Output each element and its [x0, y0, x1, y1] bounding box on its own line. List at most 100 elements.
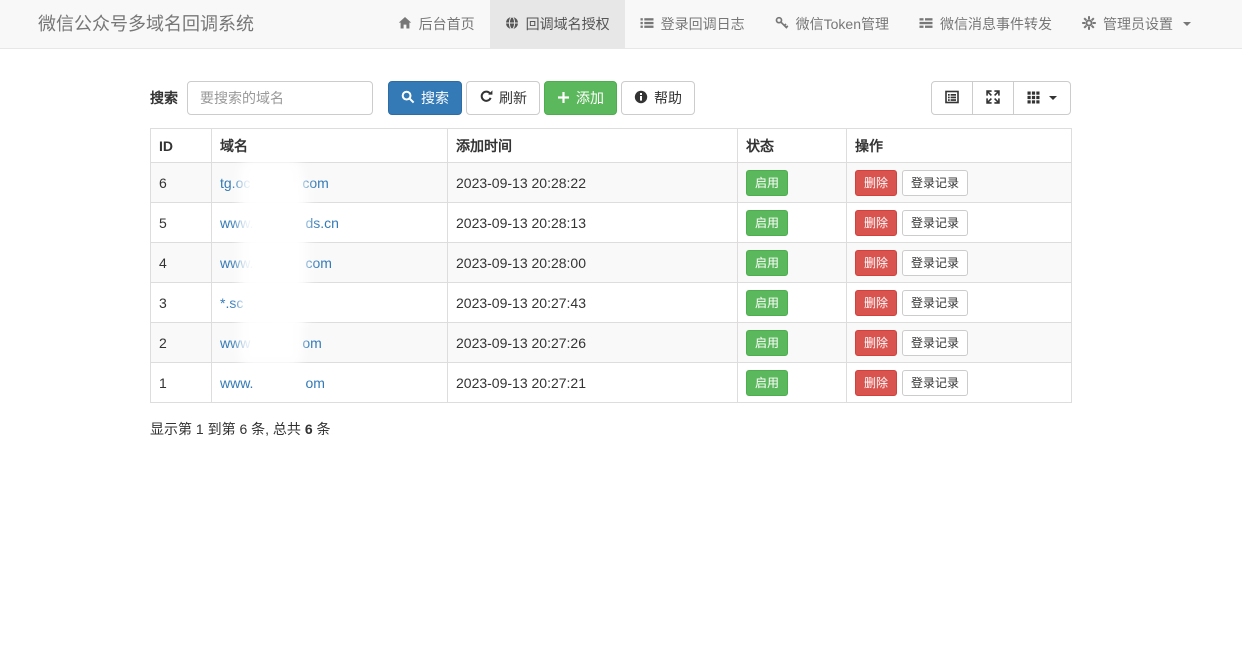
nav-item-label: 微信Token管理 [796, 14, 889, 34]
app-brand[interactable]: 微信公众号多域名回调系统 [38, 0, 254, 48]
row-actions-cell: 删除 登录记录 [847, 243, 1072, 283]
login-records-button[interactable]: 登录记录 [902, 250, 968, 276]
table-row: 3 *.sc 2023-09-13 20:27:43 启用 删除 登录记录 [151, 283, 1072, 323]
nav-item-admin-settings[interactable]: 管理员设置 [1067, 0, 1206, 48]
nav-item-label: 回调域名授权 [526, 14, 610, 34]
row-added-time: 2023-09-13 20:28:13 [448, 203, 738, 243]
delete-button[interactable]: 删除 [855, 210, 897, 236]
domain-prefix: www [220, 335, 250, 351]
columns-grid-icon [1027, 91, 1040, 106]
domain-prefix: tg.oc [220, 175, 250, 191]
nav-item-login-callback-log[interactable]: 登录回调日志 [625, 0, 760, 48]
table-header-row: ID域名添加时间状态操作 [151, 129, 1072, 163]
status-enabled-button[interactable]: 启用 [746, 250, 788, 276]
delete-button[interactable]: 删除 [855, 290, 897, 316]
search-button[interactable]: 搜索 [388, 81, 462, 115]
status-enabled-button[interactable]: 启用 [746, 170, 788, 196]
domain-prefix: www. [220, 215, 253, 231]
detail-view-icon [945, 90, 959, 106]
delete-button[interactable]: 删除 [855, 330, 897, 356]
column-header: 操作 [847, 129, 1072, 163]
login-records-button[interactable]: 登录记录 [902, 290, 968, 316]
help-button[interactable]: 帮助 [621, 81, 695, 115]
pagination-info: 显示第 1 到第 6 条, 总共 6 条 [150, 419, 1071, 439]
domain-link[interactable]: www om [220, 335, 322, 351]
nav-item-callback-domain-auth[interactable]: 回调域名授权 [490, 0, 625, 48]
status-enabled-button[interactable]: 启用 [746, 370, 788, 396]
row-actions-cell: 删除 登录记录 [847, 283, 1072, 323]
login-records-button[interactable]: 登录记录 [902, 210, 968, 236]
row-id: 5 [151, 203, 212, 243]
row-actions-cell: 删除 登录记录 [847, 163, 1072, 203]
row-status-cell: 启用 [738, 163, 847, 203]
row-added-time: 2023-09-13 20:27:21 [448, 363, 738, 403]
domain-link[interactable]: *.sc [220, 295, 295, 311]
columns-button[interactable] [1013, 81, 1071, 115]
row-added-time: 2023-09-13 20:28:22 [448, 163, 738, 203]
pagination-text: 显示第 1 到第 6 条, 总共 [150, 421, 305, 437]
row-domain-cell: tg.oc com [212, 163, 448, 203]
column-header: ID [151, 129, 212, 163]
status-enabled-button[interactable]: 启用 [746, 210, 788, 236]
delete-button[interactable]: 删除 [855, 250, 897, 276]
delete-button[interactable]: 删除 [855, 370, 897, 396]
search-input[interactable] [187, 81, 373, 115]
domain-suffix: om [302, 335, 321, 351]
nav-item-label: 登录回调日志 [661, 14, 745, 34]
row-domain-cell: www. com [212, 243, 448, 283]
table-row: 5 www.ds.cn 2023-09-13 20:28:13 启用 删除 登录… [151, 203, 1072, 243]
domain-suffix: com [305, 255, 331, 271]
th-list-icon [919, 16, 933, 33]
row-actions-cell: 删除 登录记录 [847, 363, 1072, 403]
row-id: 4 [151, 243, 212, 283]
nav-item-wechat-msg-forward[interactable]: 微信消息事件转发 [904, 0, 1067, 48]
row-actions-cell: 删除 登录记录 [847, 203, 1072, 243]
domain-prefix: www. [220, 255, 253, 271]
row-status-cell: 启用 [738, 283, 847, 323]
main-nav: 后台首页 回调域名授权 登录回调日志 微信Token管理微信消息事件转发管理员设置 [383, 0, 1206, 48]
pagination-total: 6 [305, 421, 313, 437]
refresh-button[interactable]: 刷新 [466, 81, 540, 115]
login-records-button[interactable]: 登录记录 [902, 170, 968, 196]
status-enabled-button[interactable]: 启用 [746, 330, 788, 356]
caret-down-icon [1183, 22, 1191, 26]
login-records-button[interactable]: 登录记录 [902, 370, 968, 396]
domain-link[interactable]: tg.oc com [220, 175, 329, 191]
add-button[interactable]: 添加 [544, 81, 617, 115]
status-enabled-button[interactable]: 启用 [746, 290, 788, 316]
row-id: 6 [151, 163, 212, 203]
domain-link[interactable]: www. com [220, 255, 332, 271]
search-label: 搜索 [150, 88, 178, 108]
delete-button[interactable]: 删除 [855, 170, 897, 196]
table-row: 2 wwwom 2023-09-13 20:27:26 启用 删除 登录记录 [151, 323, 1072, 363]
login-records-button[interactable]: 登录记录 [902, 330, 968, 356]
nav-item-label: 后台首页 [419, 14, 475, 34]
caret-down-icon [1049, 96, 1057, 100]
domain-prefix: *.sc [220, 295, 243, 311]
fullscreen-button[interactable] [972, 81, 1014, 115]
column-header: 域名 [212, 129, 448, 163]
row-status-cell: 启用 [738, 243, 847, 283]
search-icon [401, 90, 415, 106]
nav-item-wechat-token[interactable]: 微信Token管理 [760, 0, 904, 48]
row-added-time: 2023-09-13 20:27:26 [448, 323, 738, 363]
domain-suffix: com [302, 175, 328, 191]
list-icon [640, 16, 654, 33]
nav-item-home[interactable]: 后台首页 [383, 0, 490, 48]
row-domain-cell: *.sc [212, 283, 448, 323]
domain-link[interactable]: www.om [220, 375, 325, 391]
info-icon [634, 90, 648, 106]
domain-link[interactable]: www.ds.cn [220, 215, 339, 231]
row-status-cell: 启用 [738, 363, 847, 403]
row-id: 1 [151, 363, 212, 403]
globe-icon [505, 16, 519, 33]
table-row: 6 tg.oc com 2023-09-13 20:28:22 启用 删除 登录记… [151, 163, 1072, 203]
detail-view-button[interactable] [931, 81, 973, 115]
table-row: 4 www. com 2023-09-13 20:28:00 启用 删除 登录记录 [151, 243, 1072, 283]
table-row: 1 www.om 2023-09-13 20:27:21 启用 删除 登录记录 [151, 363, 1072, 403]
row-added-time: 2023-09-13 20:28:00 [448, 243, 738, 283]
home-icon [398, 16, 412, 33]
domain-suffix: om [305, 375, 324, 391]
row-domain-cell: www.ds.cn [212, 203, 448, 243]
row-status-cell: 启用 [738, 323, 847, 363]
